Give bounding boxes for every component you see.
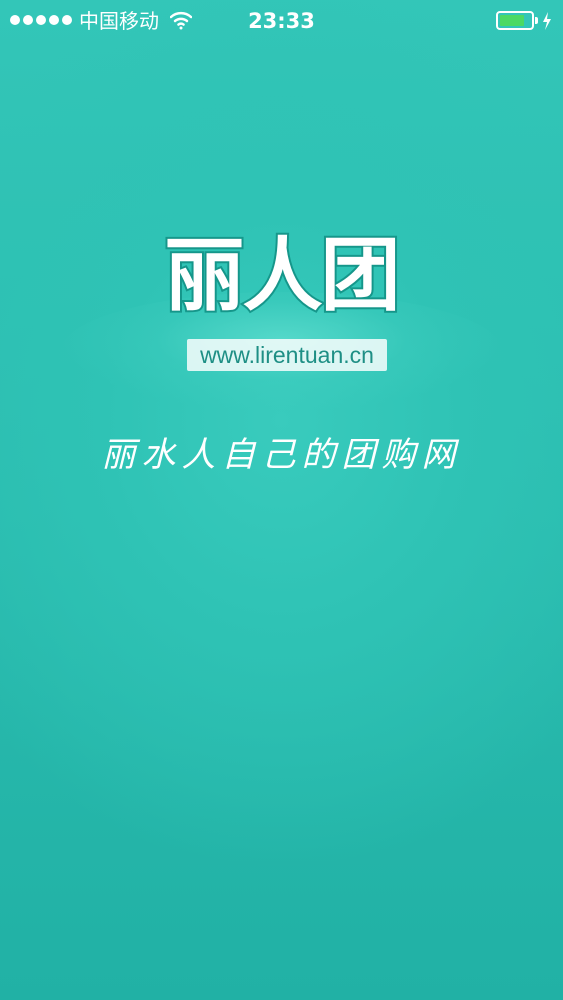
slogan-text: 丽水人自己的团购网 [101, 435, 462, 475]
battery-cap [535, 17, 538, 24]
battery-icon [496, 11, 534, 30]
app-logo: 丽人团 [163, 227, 403, 324]
clock-time: 23:33 [248, 9, 315, 33]
website-url-badge: www.lirentuan.cn [187, 339, 387, 371]
battery-level-fill [500, 15, 524, 26]
status-bar: 中国移动 23:33 [0, 0, 563, 42]
charging-bolt-icon [543, 12, 551, 30]
